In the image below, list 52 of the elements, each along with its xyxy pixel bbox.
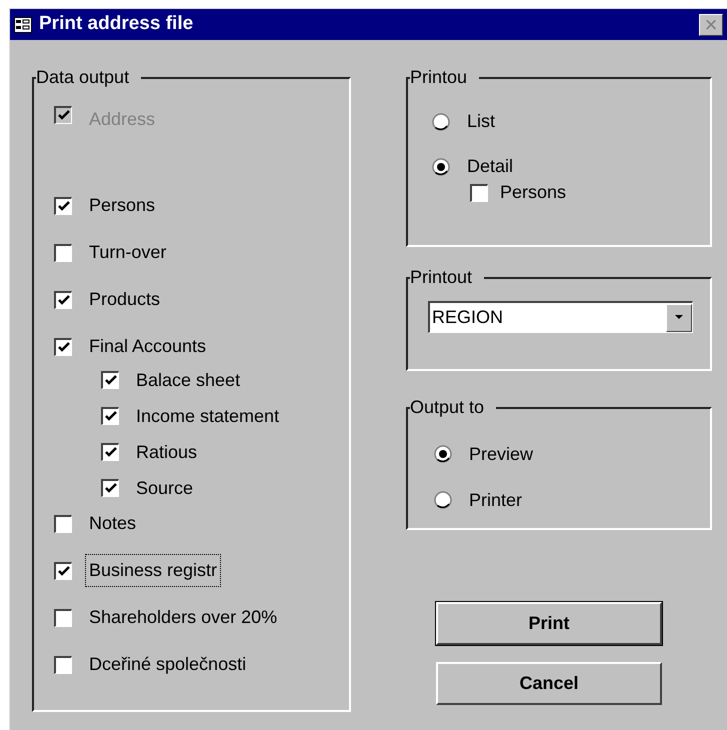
checkbox-label: Dceřiné společnosti <box>89 653 246 676</box>
checkbox-label: Source <box>136 476 194 500</box>
checkbox[interactable] <box>54 608 72 626</box>
radio-label: Preview <box>469 442 534 466</box>
checkmark-icon <box>58 294 70 306</box>
radio-button[interactable] <box>432 158 450 176</box>
checkbox-label: Income statement <box>136 404 280 428</box>
checkmark-icon <box>104 375 116 386</box>
checkmark-icon <box>104 411 116 422</box>
checkmark-icon <box>58 342 70 352</box>
checkmark-icon <box>58 200 70 212</box>
checkbox-label: Persons <box>89 194 156 217</box>
radio-label: Printer <box>469 488 522 512</box>
checkbox-label: Business registr <box>85 554 222 587</box>
checkbox[interactable] <box>54 290 72 308</box>
checkbox-label: Balace sheet <box>136 368 240 392</box>
dropdown-field[interactable]: REGION <box>428 301 693 333</box>
radio-label: Detail <box>467 155 514 178</box>
checkbox[interactable] <box>54 196 72 214</box>
checkbox-label: Notes <box>89 512 136 535</box>
checkbox-label: Ratious <box>136 440 198 464</box>
checkbox-label: Address <box>89 108 156 131</box>
radio-button[interactable] <box>434 445 452 463</box>
checkmark-icon <box>104 447 116 458</box>
form-icon <box>14 16 32 32</box>
window-title: Print address file <box>39 12 194 36</box>
dialog-button[interactable]: Cancel <box>436 662 662 705</box>
checkmark-icon <box>58 566 70 576</box>
checkbox[interactable] <box>101 479 119 497</box>
checkbox[interactable] <box>54 338 72 356</box>
checkbox[interactable] <box>54 656 72 674</box>
checkbox-label: Shareholders over 20% <box>89 606 278 629</box>
radio-label: List <box>467 110 496 133</box>
checkmark-icon <box>58 110 70 121</box>
checkbox-label: Persons <box>500 181 566 204</box>
checkbox[interactable] <box>54 562 72 580</box>
radio-button[interactable] <box>434 491 452 509</box>
checkbox[interactable] <box>54 244 72 262</box>
checkbox[interactable] <box>101 443 119 461</box>
checkbox-label: Final Accounts <box>89 335 206 358</box>
checkbox-label: Products <box>89 288 160 311</box>
dropdown-value: REGION <box>431 306 504 329</box>
dialog-button[interactable]: Print <box>436 602 662 645</box>
checkbox[interactable] <box>54 514 72 532</box>
checkmark-icon <box>104 483 116 494</box>
caret-icon <box>675 315 683 320</box>
dropdown-arrow-button[interactable] <box>666 304 692 332</box>
checkbox[interactable] <box>101 407 119 425</box>
checkbox-label: Turn-over <box>89 241 166 264</box>
checkbox[interactable] <box>101 371 119 389</box>
checkbox[interactable] <box>470 184 488 202</box>
radio-button[interactable] <box>432 112 450 130</box>
